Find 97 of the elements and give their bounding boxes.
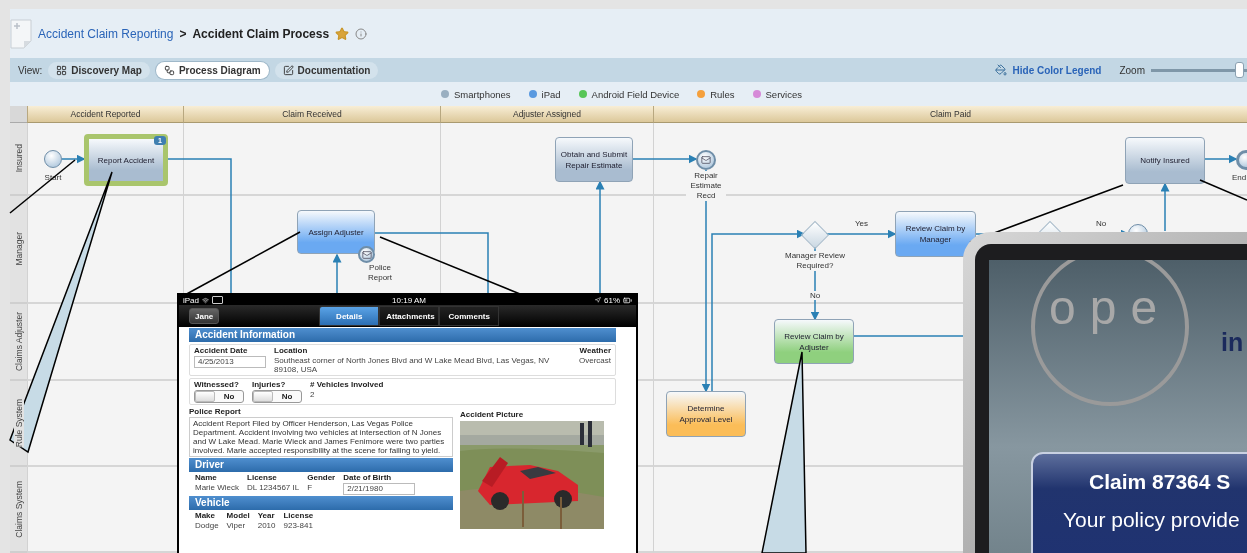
field-value: Overcast xyxy=(579,356,611,365)
slider-thumb[interactable] xyxy=(1234,62,1244,78)
task-node[interactable]: Obtain and Submit Repair Estimate xyxy=(555,137,633,182)
grid-icon xyxy=(56,64,68,76)
field-value: 2010 xyxy=(257,521,276,530)
input-field[interactable]: 2/21/1980 xyxy=(343,483,416,495)
toggle-switch[interactable]: No xyxy=(252,390,302,403)
legend-label: Smartphones xyxy=(454,88,511,100)
field-label: Model xyxy=(226,511,250,520)
field-label: Name xyxy=(195,473,218,482)
field-value: Dodge xyxy=(195,521,219,530)
lane-label: Manager xyxy=(13,232,24,266)
task-node[interactable]: Review Claim by Manager xyxy=(895,211,976,257)
field-value: 923-841 xyxy=(283,521,314,530)
tab[interactable]: Details xyxy=(319,306,380,326)
flow-arrow xyxy=(632,154,698,164)
field-value: DL 1234567 IL xyxy=(247,483,300,492)
logo-text: in xyxy=(1221,328,1244,357)
view-button[interactable]: Discovery Map xyxy=(48,61,150,79)
flow-arrow xyxy=(1204,154,1238,164)
node-label: End xyxy=(1232,173,1247,183)
toggle-switch[interactable]: No xyxy=(194,390,244,403)
field-value: Marie Wieck xyxy=(195,483,239,492)
wifi-icon xyxy=(202,296,209,304)
flow-label: No xyxy=(810,291,821,300)
section-header: Vehicle xyxy=(189,496,453,510)
battery-icon xyxy=(623,295,632,305)
column-header: Adjuster Assigned xyxy=(440,106,653,123)
field-label: Accident Picture xyxy=(460,410,525,419)
user-button[interactable]: Jane xyxy=(189,308,220,324)
lane-label: Claims System xyxy=(13,480,24,538)
task-node[interactable]: Determine Approval Level xyxy=(666,391,746,437)
field-label: Year xyxy=(257,511,276,520)
flow-icon xyxy=(163,64,175,76)
field-label: Gender xyxy=(307,473,336,482)
field-value: F xyxy=(307,483,314,492)
star-icon[interactable] xyxy=(335,26,350,41)
column-header: Claim Paid xyxy=(653,106,1247,123)
zoom-label: Zoom xyxy=(1119,64,1145,76)
status-time: 10:19 AM xyxy=(392,295,426,305)
field-label: Weather xyxy=(579,346,611,355)
field-label: Injuries? xyxy=(252,380,287,389)
legend-label: Rules xyxy=(710,88,735,100)
column-header: Claim Received xyxy=(183,106,440,123)
logo-text: ope xyxy=(1049,280,1172,335)
field-value: Viper xyxy=(226,521,247,530)
field-label: Date of Birth xyxy=(343,473,393,482)
vpn-icon xyxy=(212,296,223,304)
envelope-icon xyxy=(701,155,711,165)
column-header: Accident Reported xyxy=(27,106,183,123)
field-label: Location xyxy=(274,346,309,355)
flow-arrow xyxy=(1160,182,1170,232)
flow-arrow xyxy=(61,154,86,164)
task-node[interactable]: Review Claim by Adjuster xyxy=(774,319,854,364)
task-node[interactable]: Assign Adjuster xyxy=(297,210,375,254)
flow-label: Yes xyxy=(855,219,869,228)
field-label: Police Report xyxy=(189,407,242,416)
field-label: License xyxy=(247,473,278,482)
page-title: Accident Claim Process xyxy=(192,26,330,41)
input-field[interactable]: 4/25/2013 xyxy=(194,356,266,368)
flow-label: No xyxy=(1096,219,1107,228)
tab[interactable]: Comments xyxy=(439,306,500,326)
legend-label: Android Field Device xyxy=(591,88,680,100)
text-area[interactable]: Accident Report Filed by Officer Henderson, Las Vegas Police Department. Accident involving two vehicles at intersection of N Jones and W Lake Mead. Marie Wieck and James Fenimore were two parties involved. Marie accepted responsibility at the scene for failing to yield. xyxy=(189,417,453,457)
legend-label: Services xyxy=(765,88,802,100)
field-label: License xyxy=(283,511,314,520)
lane-label: Insured xyxy=(13,144,24,173)
field-label: Witnessed? xyxy=(194,380,240,389)
field-label: # Vehicles Involved xyxy=(310,380,384,389)
card-text: Your policy provide xyxy=(1063,508,1241,532)
callout-line xyxy=(1199,179,1247,201)
lane-label: Claims Adjuster xyxy=(13,311,24,372)
section-header: Driver xyxy=(189,458,453,472)
view-button[interactable]: Documentation xyxy=(274,61,379,79)
battery-percent: 61% xyxy=(604,295,620,305)
view-button[interactable]: Process Diagram xyxy=(155,61,269,79)
paint-bucket-icon xyxy=(994,64,1007,76)
field-value: Southeast corner of North Jones Blvd and W Lake Mead Blvd, Las Vegas, NV 89108, USA xyxy=(274,356,551,374)
breadcrumb-link[interactable]: Accident Claim Reporting xyxy=(38,26,174,41)
edit-icon xyxy=(282,64,294,76)
location-icon xyxy=(595,297,601,303)
field-label: Accident Date xyxy=(194,346,249,355)
breadcrumb-separator: > xyxy=(179,26,187,41)
legend-label: iPad xyxy=(541,88,561,100)
lane-label: Rule System xyxy=(13,398,24,448)
legend-toggle-link[interactable]: Hide Color Legend xyxy=(1012,64,1102,76)
field-label: Make xyxy=(195,511,216,520)
field-value: 2 xyxy=(310,390,316,399)
view-label: View: xyxy=(18,64,43,76)
new-page-icon[interactable] xyxy=(10,18,32,49)
node-label: Repair Estimate Recd xyxy=(686,171,726,201)
card-title: Claim 87364 S xyxy=(1089,470,1232,494)
section-header: Accident Information xyxy=(189,328,616,342)
tab[interactable]: Attachments xyxy=(379,306,440,326)
info-icon[interactable] xyxy=(355,27,368,40)
task-node[interactable]: Notify Insured xyxy=(1125,137,1205,184)
device-name: iPad xyxy=(183,295,199,305)
